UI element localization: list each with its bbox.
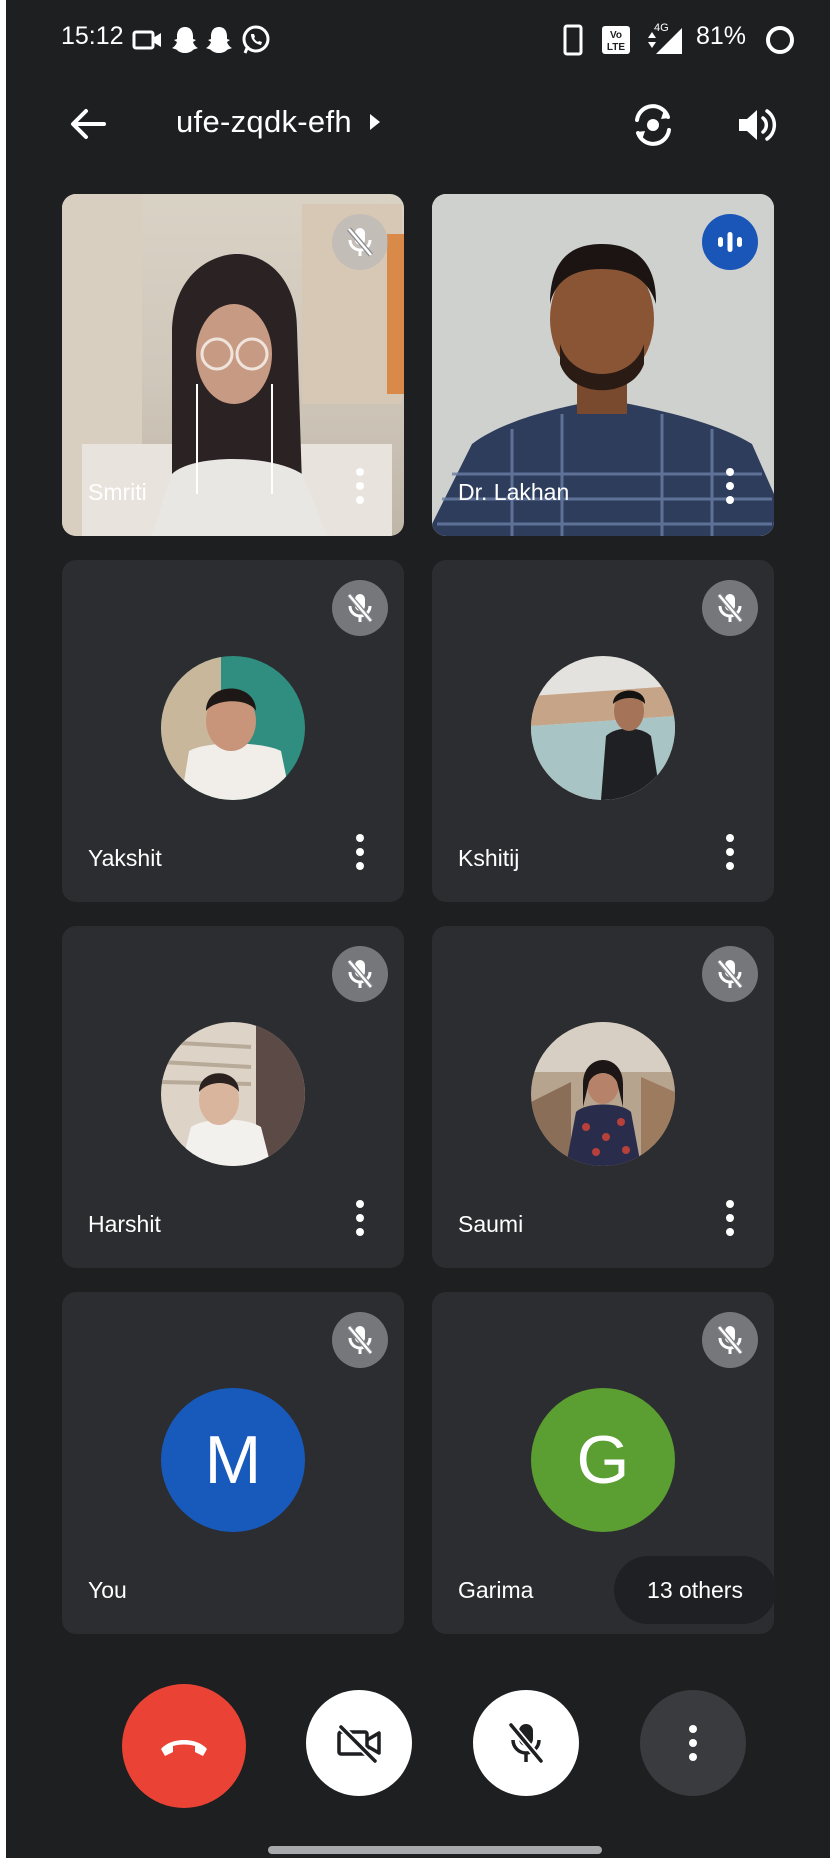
home-indicator[interactable] bbox=[268, 1846, 602, 1854]
mic-off-icon bbox=[717, 1325, 743, 1355]
snapchat-icon bbox=[172, 27, 198, 53]
mic-off-badge bbox=[332, 580, 388, 636]
end-call-icon bbox=[161, 1740, 207, 1756]
participant-tile-saumi[interactable]: Saumi bbox=[432, 926, 774, 1268]
participant-tile-dr-lakhan[interactable]: Dr. Lakhan bbox=[432, 194, 774, 536]
mic-off-icon bbox=[347, 1325, 373, 1355]
participant-name: Yakshit bbox=[88, 845, 162, 871]
more-vert-icon[interactable] bbox=[354, 832, 366, 872]
more-vert-icon bbox=[689, 1725, 697, 1761]
mic-off-badge bbox=[332, 1312, 388, 1368]
participant-name: Kshitij bbox=[458, 845, 520, 871]
more-vert-icon[interactable] bbox=[354, 466, 366, 506]
others-button[interactable]: 13 others bbox=[614, 1556, 776, 1624]
svg-text:LTE: LTE bbox=[607, 42, 625, 53]
phone-icon bbox=[563, 24, 583, 56]
back-arrow-icon[interactable] bbox=[66, 102, 110, 146]
mic-off-icon bbox=[717, 959, 743, 989]
whatsapp-icon bbox=[242, 25, 270, 54]
meeting-title-button[interactable]: ufe-zqdk-efh bbox=[176, 104, 380, 140]
status-bar: 15:12 Vo LTE 4G 81% bbox=[6, 0, 830, 80]
participant-tile-yakshit[interactable]: Yakshit bbox=[62, 560, 404, 902]
svg-text:Vo: Vo bbox=[610, 30, 622, 41]
mic-off-icon bbox=[347, 227, 373, 257]
mic-off-icon bbox=[347, 593, 373, 623]
volte-icon: Vo LTE bbox=[602, 26, 630, 54]
status-time: 15:12 bbox=[61, 22, 124, 50]
mic-off-icon bbox=[347, 959, 373, 989]
avatar bbox=[531, 656, 675, 800]
avatar bbox=[531, 1022, 675, 1166]
end-call-button[interactable] bbox=[122, 1684, 246, 1808]
more-vert-icon[interactable] bbox=[724, 466, 736, 506]
mic-off-badge bbox=[702, 580, 758, 636]
battery-ring-icon bbox=[766, 26, 794, 54]
camera-off-icon bbox=[337, 1724, 381, 1763]
video-camera-icon bbox=[132, 30, 161, 50]
meeting-code: ufe-zqdk-efh bbox=[176, 104, 352, 139]
more-vert-icon[interactable] bbox=[354, 1198, 366, 1238]
mic-off-badge bbox=[702, 946, 758, 1002]
more-vert-icon[interactable] bbox=[724, 832, 736, 872]
mic-toggle-button[interactable] bbox=[473, 1690, 579, 1796]
participant-name: Saumi bbox=[458, 1211, 524, 1237]
avatar bbox=[161, 1022, 305, 1166]
speaker-icon[interactable] bbox=[734, 102, 780, 148]
participant-tile-you[interactable]: M You bbox=[62, 1292, 404, 1634]
mic-off-icon bbox=[717, 593, 743, 623]
caret-right-icon bbox=[369, 114, 380, 130]
device-frame: 15:12 Vo LTE 4G 81% ufe-zqdk-efh Smriti … bbox=[0, 0, 837, 1858]
more-vert-icon[interactable] bbox=[724, 1198, 736, 1238]
participant-tile-kshitij[interactable]: Kshitij bbox=[432, 560, 774, 902]
audio-level-icon bbox=[718, 232, 742, 252]
app-bar: ufe-zqdk-efh bbox=[6, 90, 830, 160]
meet-screen: 15:12 Vo LTE 4G 81% ufe-zqdk-efh Smriti … bbox=[6, 0, 830, 1858]
battery-percent: 81% bbox=[696, 22, 747, 50]
signal-icon bbox=[648, 28, 682, 54]
participant-name: You bbox=[88, 1577, 127, 1603]
avatar-initial: G bbox=[531, 1388, 675, 1532]
avatar bbox=[161, 656, 305, 800]
mic-off-badge bbox=[332, 214, 388, 270]
participant-name: Dr. Lakhan bbox=[458, 479, 570, 505]
switch-camera-icon[interactable] bbox=[628, 100, 678, 150]
participant-name: Garima bbox=[458, 1577, 534, 1603]
mic-off-badge bbox=[702, 1312, 758, 1368]
mic-off-badge bbox=[332, 946, 388, 1002]
avatar-initial: M bbox=[161, 1388, 305, 1532]
participant-name: Smriti bbox=[88, 479, 147, 505]
more-options-button[interactable] bbox=[640, 1690, 746, 1796]
participant-name: Harshit bbox=[88, 1211, 161, 1237]
speaking-indicator bbox=[702, 214, 758, 270]
participant-tile-harshit[interactable]: Harshit bbox=[62, 926, 404, 1268]
snapchat-icon bbox=[206, 27, 232, 53]
camera-toggle-button[interactable] bbox=[306, 1690, 412, 1796]
participant-tile-smriti[interactable]: Smriti bbox=[62, 194, 404, 536]
mic-off-icon bbox=[508, 1722, 544, 1764]
